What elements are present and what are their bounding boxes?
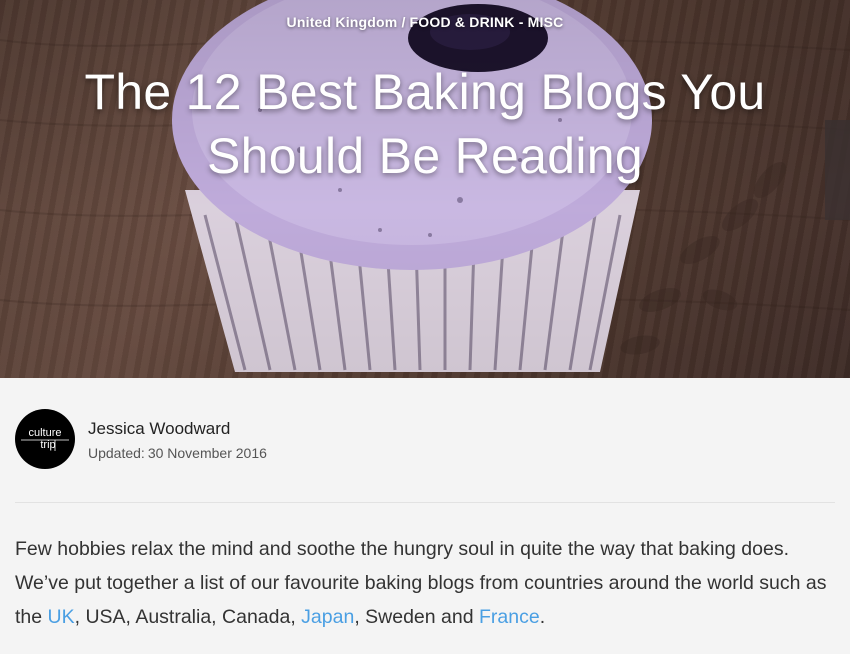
logo-text-line2: trip — [40, 439, 55, 451]
article-title: The 12 Best Baking Blogs You Should Be R… — [84, 64, 766, 184]
intro-text-2: , USA, Australia, Canada, — [74, 606, 302, 628]
hero-overlay — [0, 0, 850, 378]
category-location-link[interactable]: United Kingdom — [287, 14, 398, 30]
article-intro: Few hobbies relax the mind and soothe th… — [15, 532, 845, 634]
article-page: United Kingdom / FOOD & DRINK - MISC The 1… — [0, 0, 850, 654]
logo-text-line1: culture — [28, 427, 61, 439]
link-uk[interactable]: UK — [48, 606, 75, 628]
culture-trip-avatar[interactable]: culture trip — [15, 409, 75, 469]
category-breadcrumb: United Kingdom / FOOD & DRINK - MISC — [0, 14, 850, 30]
category-section-link[interactable]: FOOD & DRINK - MISC — [410, 14, 564, 30]
link-japan[interactable]: Japan — [301, 606, 354, 628]
author-name[interactable]: Jessica Woodward — [88, 419, 230, 439]
updated-date-value: 30 November 2016 — [147, 445, 267, 461]
link-france[interactable]: France — [479, 606, 540, 628]
section-divider — [15, 502, 835, 503]
intro-text-4: . — [539, 606, 546, 628]
hero-banner: United Kingdom / FOOD & DRINK - MISC The 1… — [0, 0, 850, 378]
updated-date: Updated: 30 November 2016 — [88, 445, 267, 461]
updated-label: Updated: — [88, 445, 145, 461]
intro-text-3: , Sweden and — [354, 606, 479, 628]
category-separator: / — [401, 14, 406, 30]
author-byline: culture trip Jessica Woodward Updated: 30… — [15, 409, 835, 469]
culture-trip-logo-icon: culture trip — [21, 427, 69, 451]
